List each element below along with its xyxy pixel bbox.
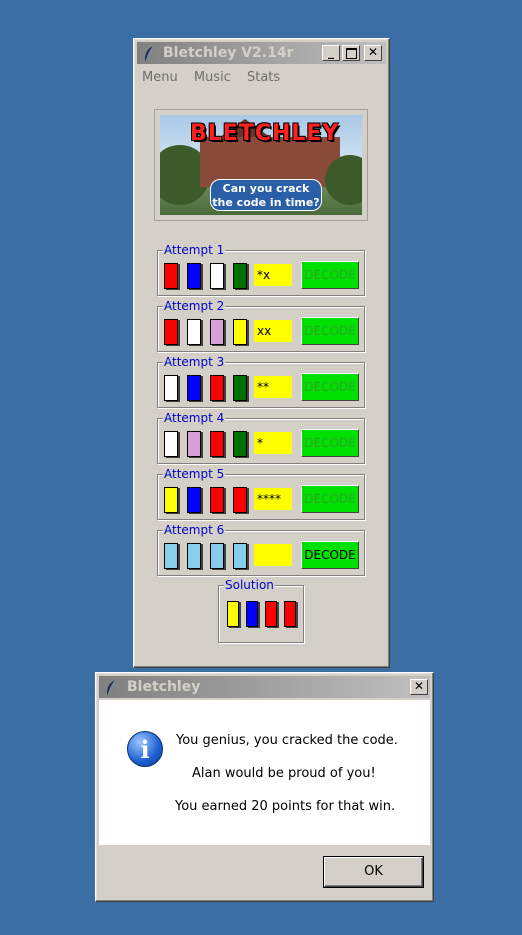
peg[interactable] xyxy=(233,319,247,345)
peg[interactable] xyxy=(164,431,178,457)
peg[interactable] xyxy=(233,263,247,289)
peg[interactable] xyxy=(233,375,247,401)
ok-button[interactable]: OK xyxy=(324,857,423,887)
attempt-group: Attempt 4 * DECODE xyxy=(157,411,365,464)
solution-peg xyxy=(284,601,296,627)
close-icon: ✕ xyxy=(367,45,379,59)
minimize-button[interactable]: _ xyxy=(322,45,340,61)
close-icon: ✕ xyxy=(413,679,425,693)
minimize-icon: _ xyxy=(328,45,334,59)
peg[interactable] xyxy=(233,431,247,457)
attempt-group: Attempt 3 ** DECODE xyxy=(157,355,365,408)
solution-peg xyxy=(246,601,258,627)
peg[interactable] xyxy=(164,487,178,513)
peg[interactable] xyxy=(210,319,224,345)
feedback-box: ** xyxy=(254,376,292,398)
dialog-title-bar[interactable]: Bletchley ✕ xyxy=(99,676,430,698)
solution-group: Solution xyxy=(218,578,304,643)
solution-peg xyxy=(227,601,239,627)
dialog-title: Bletchley xyxy=(127,679,201,695)
attempt-label: Attempt 4 xyxy=(163,411,226,425)
decode-button[interactable]: DECODE xyxy=(301,541,359,569)
peg[interactable] xyxy=(210,375,224,401)
attempt-group: Attempt 2 xx DECODE xyxy=(157,299,365,352)
peg[interactable] xyxy=(187,263,201,289)
peg[interactable] xyxy=(187,319,201,345)
banner-logo: BLETCHLEY xyxy=(190,121,340,146)
peg[interactable] xyxy=(210,487,224,513)
peg[interactable] xyxy=(187,543,201,569)
title-bar[interactable]: Bletchley V2.14r _ ✕ xyxy=(137,42,386,64)
decode-button[interactable]: DECODE xyxy=(301,485,359,513)
attempt-group: Attempt 5 **** DECODE xyxy=(157,467,365,520)
attempt-label: Attempt 6 xyxy=(163,523,226,537)
peg[interactable] xyxy=(164,543,178,569)
peg[interactable] xyxy=(233,487,247,513)
dialog-body: i You genius, you cracked the code. Alan… xyxy=(99,700,430,845)
feedback-box: *x xyxy=(254,264,292,286)
attempt-group: Attempt 6 DECODE xyxy=(157,523,365,576)
solution-label: Solution xyxy=(224,578,275,592)
peg[interactable] xyxy=(233,543,247,569)
attempt-label: Attempt 3 xyxy=(163,355,226,369)
peg[interactable] xyxy=(164,375,178,401)
feedback-box: **** xyxy=(254,488,292,510)
feather-icon xyxy=(107,679,116,695)
banner-image: BLETCHLEY Can you crack the code in time… xyxy=(160,115,362,215)
maximize-button[interactable] xyxy=(342,45,360,61)
attempt-label: Attempt 2 xyxy=(163,299,226,313)
feedback-box: xx xyxy=(254,320,292,342)
peg[interactable] xyxy=(187,431,201,457)
dialog-message-line: You genius, you cracked the code. xyxy=(176,733,398,748)
menu-item-stats[interactable]: Stats xyxy=(247,70,280,85)
attempt-label: Attempt 1 xyxy=(163,243,226,257)
peg[interactable] xyxy=(210,431,224,457)
menu-item-menu[interactable]: Menu xyxy=(142,70,178,85)
solution-peg xyxy=(265,601,277,627)
close-button[interactable]: ✕ xyxy=(364,45,382,61)
peg[interactable] xyxy=(187,487,201,513)
menu-bar: Menu Music Stats xyxy=(142,70,292,85)
dialog-message-line: You earned 20 points for that win. xyxy=(175,799,396,814)
decode-button[interactable]: DECODE xyxy=(301,373,359,401)
peg[interactable] xyxy=(164,319,178,345)
menu-item-music[interactable]: Music xyxy=(194,70,231,85)
attempt-label: Attempt 5 xyxy=(163,467,226,481)
decode-button[interactable]: DECODE xyxy=(301,261,359,289)
feather-icon xyxy=(145,45,154,61)
dialog-close-button[interactable]: ✕ xyxy=(410,679,428,695)
decode-button[interactable]: DECODE xyxy=(301,429,359,457)
maximize-icon xyxy=(345,48,357,59)
peg[interactable] xyxy=(210,263,224,289)
peg[interactable] xyxy=(187,375,201,401)
banner-frame: BLETCHLEY Can you crack the code in time… xyxy=(154,109,368,221)
info-icon: i xyxy=(127,731,163,767)
feedback-box: * xyxy=(254,432,292,454)
peg[interactable] xyxy=(164,263,178,289)
message-dialog: Bletchley ✕ i You genius, you cracked th… xyxy=(95,672,434,902)
decode-button[interactable]: DECODE xyxy=(301,317,359,345)
window-title: Bletchley V2.14r xyxy=(163,45,294,61)
dialog-message-line: Alan would be proud of you! xyxy=(192,766,376,781)
attempt-group: Attempt 1 *x DECODE xyxy=(157,243,365,296)
feedback-box xyxy=(254,544,292,566)
peg[interactable] xyxy=(210,543,224,569)
banner-tagline: Can you crack the code in time? xyxy=(210,179,322,211)
main-window: Bletchley V2.14r _ ✕ Menu Music Stats BL… xyxy=(133,38,390,668)
